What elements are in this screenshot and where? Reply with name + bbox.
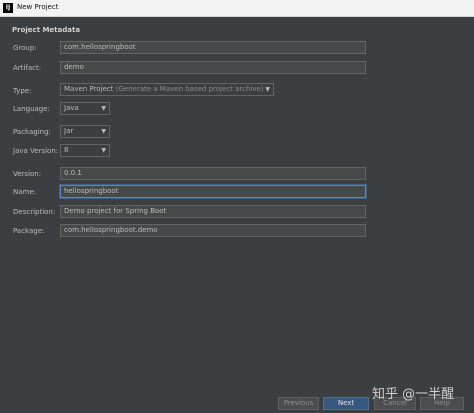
description-field[interactable]: Demo project for Spring Boot (60, 205, 366, 218)
artifact-field[interactable]: demo (60, 61, 366, 74)
name-field[interactable]: hellospringboot (60, 185, 366, 198)
package-field[interactable]: com.hellospringboot.demo (60, 224, 366, 237)
next-button[interactable]: Next (323, 397, 369, 410)
type-value: Maven Project (64, 85, 114, 93)
version-label: Version: (13, 170, 42, 178)
artifact-label: Artifact: (13, 64, 42, 72)
type-dropdown[interactable]: Maven Project (Generate a Maven based pr… (60, 83, 274, 96)
name-label: Name: (13, 188, 37, 196)
window-title: New Project (17, 3, 59, 11)
java-version-value: 8 (64, 146, 69, 154)
description-label: Description: (13, 208, 56, 216)
chevron-down-icon: ▼ (101, 105, 106, 112)
new-project-window: IJ New Project Project Metadata Group: c… (0, 0, 474, 413)
packaging-dropdown[interactable]: Jar ▼ (60, 125, 110, 138)
language-dropdown[interactable]: Java ▼ (60, 102, 110, 115)
zhihu-watermark: 知乎 @一半醒 (372, 387, 455, 402)
type-hint: (Generate a Maven based project archive) (115, 85, 264, 93)
chevron-down-icon: ▼ (265, 86, 270, 93)
java-version-dropdown[interactable]: 8 ▼ (60, 144, 110, 157)
chevron-down-icon: ▼ (101, 128, 106, 135)
title-bar: IJ New Project (0, 0, 474, 17)
language-value: Java (64, 104, 79, 112)
intellij-app-icon: IJ (3, 3, 13, 13)
section-title: Project Metadata (12, 26, 81, 34)
previous-button[interactable]: Previous (278, 397, 319, 410)
language-label: Language: (13, 105, 50, 113)
group-field[interactable]: com.hellospringboot (60, 41, 366, 54)
version-field[interactable]: 0.0.1 (60, 167, 366, 180)
chevron-down-icon: ▼ (101, 147, 106, 154)
java-version-label: Java Version: (13, 147, 59, 155)
package-label: Package: (13, 227, 45, 235)
packaging-label: Packaging: (13, 128, 51, 136)
packaging-value: Jar (64, 127, 74, 135)
group-label: Group: (13, 44, 37, 52)
type-label: Type: (13, 87, 32, 95)
